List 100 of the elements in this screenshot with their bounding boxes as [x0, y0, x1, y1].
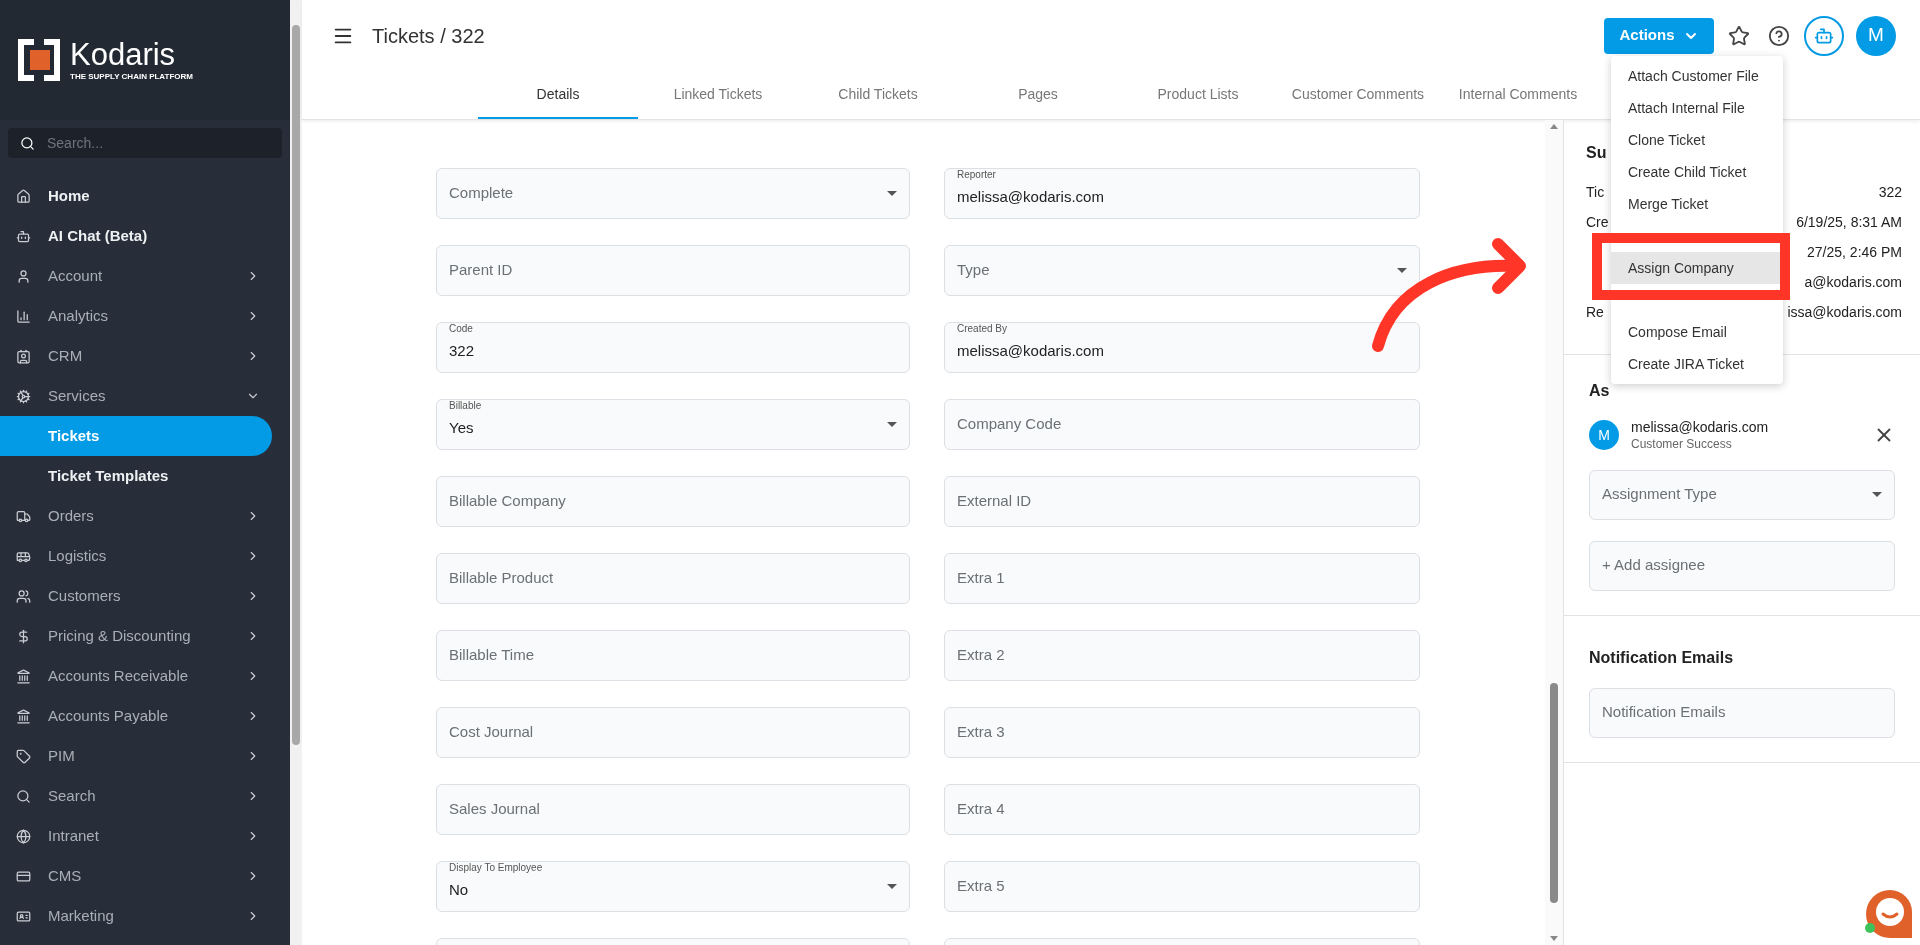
input-field[interactable]: Company Code	[944, 399, 1420, 450]
assignee-email: melissa@kodaris.com	[1631, 419, 1770, 437]
sidebar-item[interactable]: Analytics	[0, 296, 272, 336]
sidebar-item[interactable]: Services	[0, 376, 272, 416]
input-field[interactable]: + Add assignee	[1589, 540, 1895, 591]
select-field[interactable]: Display To Employee No	[436, 861, 910, 912]
summary-value: 322	[1878, 182, 1902, 202]
caret-icon	[887, 191, 897, 196]
gear-icon	[16, 388, 31, 404]
scrollbar-thumb[interactable]	[292, 25, 300, 745]
input-field[interactable]: Billable Company	[436, 476, 910, 527]
truck-icon	[16, 508, 31, 524]
input-field[interactable]: Extra 4	[944, 784, 1420, 835]
select-field[interactable]: Complete	[436, 168, 910, 219]
assignee-avatar: M	[1589, 420, 1619, 451]
menu-item[interactable]: Clone Ticket	[1611, 124, 1783, 156]
input-field[interactable]: Code 322	[436, 322, 910, 373]
summary-label: Cre	[1586, 212, 1609, 232]
sidebar-item[interactable]: Orders	[0, 496, 272, 536]
person-icon	[16, 268, 31, 284]
search-icon	[16, 788, 31, 804]
summary-label: Tic	[1586, 182, 1605, 202]
tab[interactable]: Linked Tickets	[638, 71, 798, 119]
summary-value: issa@kodaris.com	[1787, 302, 1902, 322]
input-field[interactable]: Extra 3	[944, 707, 1420, 758]
tab[interactable]: Details	[478, 71, 638, 119]
tab[interactable]: Product Lists	[1118, 71, 1278, 119]
sidebar-item[interactable]: Marketing	[0, 896, 272, 936]
menu-item[interactable]: Compose Email	[1611, 316, 1783, 348]
sidebar-item[interactable]: CMS	[0, 856, 272, 896]
scrollbar-thumb[interactable]	[1550, 682, 1558, 903]
tab[interactable]: Customer Comments	[1278, 71, 1438, 119]
assignee-team: Customer Success	[1631, 436, 1733, 452]
robot-icon	[16, 228, 31, 244]
bot-button[interactable]	[1804, 15, 1844, 56]
menu-item[interactable]: Attach Customer File	[1611, 60, 1783, 92]
summary-value: 27/25, 2:46 PM	[1807, 242, 1902, 262]
sidebar-item[interactable]: Customers	[0, 576, 272, 616]
contact-card-icon	[16, 348, 31, 364]
sidebar-item[interactable]: Logistics	[0, 536, 272, 576]
input-field[interactable]: Parent ID	[436, 245, 910, 296]
people-icon	[16, 588, 31, 604]
summary-label: Re	[1586, 302, 1604, 322]
select-field[interactable]: Type	[944, 245, 1420, 296]
tag-icon	[16, 748, 31, 764]
sidebar-item[interactable]: Accounts Payable	[0, 696, 272, 736]
help-icon[interactable]	[1768, 24, 1790, 47]
star-icon[interactable]	[1728, 24, 1750, 47]
section-heading: As	[1589, 381, 1611, 401]
chat-widget-icon[interactable]	[1862, 888, 1914, 940]
input-field[interactable]: Created By melissa@kodaris.com	[944, 322, 1420, 373]
menu-item[interactable]: Create JIRA Ticket	[1611, 348, 1783, 380]
menu-item[interactable]: Attach Internal File	[1611, 92, 1783, 124]
bank-icon	[16, 668, 31, 684]
scroll-down-icon[interactable]	[1550, 936, 1558, 941]
scrollbar[interactable]	[290, 0, 302, 945]
sidebar-item[interactable]: Account	[0, 256, 272, 296]
tab[interactable]: Internal Comments	[1438, 71, 1598, 119]
bank-icon	[16, 708, 31, 724]
input-field[interactable]: Extra 2	[944, 630, 1420, 681]
input-field[interactable]: Cost Journal	[436, 707, 910, 758]
input-field[interactable]: Notification Emails	[1589, 687, 1895, 738]
section-heading: Notification Emails	[1589, 647, 1735, 668]
select-field[interactable]: Billable Yes	[436, 399, 910, 450]
caret-icon	[1872, 492, 1882, 497]
sidebar-item[interactable]: PIM	[0, 736, 272, 776]
home-icon	[16, 188, 31, 204]
input-field[interactable]: Extra 5	[944, 861, 1420, 912]
tab[interactable]: Child Tickets	[798, 71, 958, 119]
scrollbar[interactable]	[1545, 120, 1563, 945]
caret-icon	[887, 884, 897, 889]
id-card-icon	[16, 908, 31, 924]
input-field[interactable]: External ID	[944, 476, 1420, 527]
tab[interactable]: Pages	[958, 71, 1118, 119]
globe-icon	[16, 828, 31, 844]
input-field[interactable]: Reporter melissa@kodaris.com	[944, 168, 1420, 219]
search-field[interactable]: Search...	[8, 128, 282, 158]
input-field[interactable]: Billable Time	[436, 630, 910, 681]
search-icon	[20, 135, 35, 151]
summary-value: a@kodaris.com	[1804, 272, 1902, 292]
select-field[interactable]: Assignment Type	[1589, 469, 1895, 520]
summary-value: 6/19/25, 8:31 AM	[1796, 212, 1902, 232]
menu-item[interactable]: Merge Ticket	[1611, 188, 1783, 220]
sidebar-item[interactable]: Pricing & Discounting	[0, 616, 272, 656]
menu-item[interactable]: Assign Company	[1611, 252, 1783, 284]
page-title: Tickets / 322	[372, 23, 485, 49]
scroll-up-icon[interactable]	[1550, 124, 1558, 129]
input-field[interactable]: Sales Journal	[436, 784, 910, 835]
dollar-icon	[16, 628, 31, 644]
input-field[interactable]: Extra 1	[944, 553, 1420, 604]
sidebar-subitem[interactable]: Ticket Templates	[0, 456, 272, 496]
sidebar-item[interactable]: Home	[0, 176, 272, 216]
section-heading: Su	[1586, 143, 1608, 163]
sidebar-item[interactable]: CRM	[0, 336, 272, 376]
sidebar-item[interactable]: Accounts Receivable	[0, 656, 272, 696]
menu-item[interactable]: Create Child Ticket	[1611, 156, 1783, 188]
input-field[interactable]: Billable Product	[436, 553, 910, 604]
sidebar-item[interactable]: Intranet	[0, 816, 272, 856]
sidebar-item[interactable]: AI Chat (Beta)	[0, 216, 272, 256]
sidebar-item[interactable]: Search	[0, 776, 272, 816]
